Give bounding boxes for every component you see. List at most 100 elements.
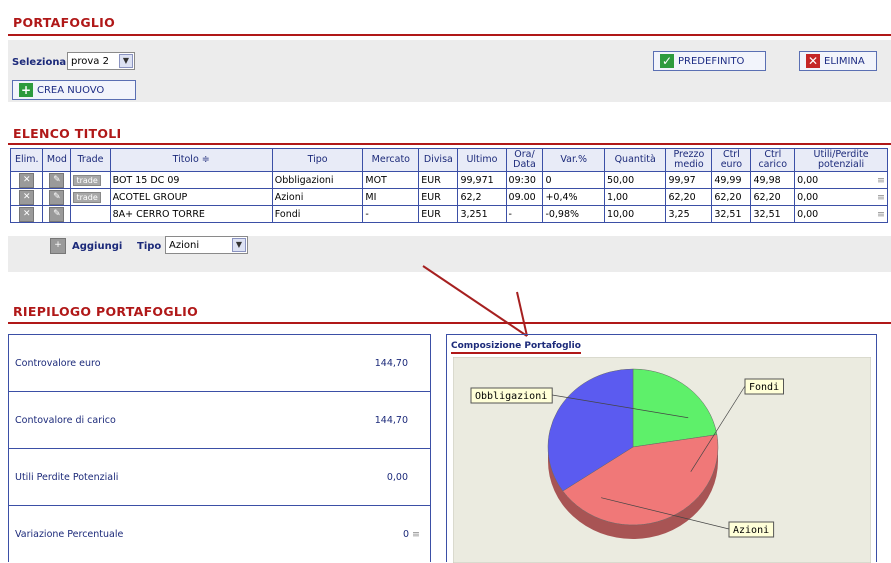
ctrl-euro-cell: 32,51 bbox=[711, 205, 752, 223]
ultimo-cell: 99,971 bbox=[457, 171, 507, 189]
summary-value: 0 bbox=[402, 529, 409, 540]
crea-nuovo-button[interactable]: + CREA NUOVO bbox=[12, 80, 136, 100]
col-header: Mod bbox=[42, 148, 72, 172]
mod-cell: ✎ bbox=[42, 171, 72, 189]
ora-cell: 09.00 bbox=[505, 188, 544, 206]
col-header: Prezzo medio bbox=[665, 148, 713, 172]
mercato-cell: MOT bbox=[362, 171, 420, 189]
table-row: ✕ ✎ 8A+ CERRO TORRE Fondi - EUR 3,251 - … bbox=[9, 205, 888, 223]
mod-cell: ✎ bbox=[42, 205, 72, 223]
elimina-label: ELIMINA bbox=[824, 55, 865, 67]
utili-value: 0,00 bbox=[797, 208, 819, 220]
titolo-cell[interactable]: ACOTEL GROUP bbox=[109, 188, 273, 206]
delete-icon[interactable]: ✕ bbox=[19, 172, 35, 188]
prezzo-cell: 99,97 bbox=[665, 171, 713, 189]
grid-icon[interactable]: ≡ bbox=[877, 192, 885, 203]
ultimo-cell: 3,251 bbox=[457, 205, 507, 223]
aggiungi-label[interactable]: Aggiungi bbox=[72, 241, 122, 252]
var-cell: -0,98% bbox=[542, 205, 605, 223]
col-header: Divisa bbox=[418, 148, 459, 172]
ctrl-carico-cell: 49,98 bbox=[750, 171, 796, 189]
edit-icon[interactable]: ✎ bbox=[49, 206, 65, 222]
ctrl-carico-cell: 62,20 bbox=[750, 188, 796, 206]
grid-icon[interactable]: ≡ bbox=[877, 175, 885, 186]
delete-icon: ✕ bbox=[806, 54, 820, 68]
col-header: Ora/ Data bbox=[505, 148, 544, 172]
var-cell: +0,4% bbox=[542, 188, 605, 206]
add-icon[interactable]: + bbox=[50, 238, 66, 254]
ora-cell: 09:30 bbox=[505, 171, 544, 189]
trade-button[interactable]: trade bbox=[73, 191, 101, 203]
predefinito-button[interactable]: ✓ PREDEFINITO bbox=[653, 51, 766, 71]
summary-row: Utili Perdite Potenziali 0,00 bbox=[9, 449, 430, 506]
pie-label: Azioni bbox=[733, 525, 769, 536]
utili-cell: 0,00 ≡ bbox=[794, 171, 888, 189]
delete-icon[interactable]: ✕ bbox=[19, 206, 35, 222]
summary-row: Contovalore di carico 144,70 bbox=[9, 392, 430, 449]
arrow-line bbox=[422, 265, 528, 337]
summary-row: Variazione Percentuale 0 ≡ bbox=[9, 506, 430, 563]
ora-cell: - bbox=[505, 205, 544, 223]
trade-cell: trade bbox=[70, 171, 111, 189]
ctrl-euro-cell: 49,99 bbox=[711, 171, 752, 189]
quantita-cell: 10,00 bbox=[603, 205, 667, 223]
col-header-titolo[interactable]: Titolo ≑ bbox=[109, 148, 273, 172]
trade-cell: trade bbox=[70, 188, 111, 206]
col-header: Utili/Perdite potenziali bbox=[794, 148, 888, 172]
col-header: Trade bbox=[70, 148, 111, 172]
table-header-row: Elim. Mod Trade Titolo ≑ Tipo Mercato Di… bbox=[9, 148, 888, 172]
utili-value: 0,00 bbox=[797, 174, 819, 186]
pie-slices bbox=[547, 368, 719, 539]
delete-icon[interactable]: ✕ bbox=[19, 189, 35, 205]
chevron-down-icon[interactable]: ▼ bbox=[119, 54, 133, 68]
portfolio-title: PORTAFOGLIO bbox=[13, 15, 116, 30]
trade-button[interactable]: trade bbox=[73, 174, 101, 186]
quantita-cell: 1,00 bbox=[603, 188, 667, 206]
prezzo-cell: 3,25 bbox=[665, 205, 713, 223]
col-header: Mercato bbox=[362, 148, 420, 172]
crea-nuovo-label: CREA NUOVO bbox=[37, 84, 105, 96]
summary-label: Contovalore di carico bbox=[15, 414, 116, 426]
table-row: ✕ ✎ trade ACOTEL GROUP Azioni MI EUR 62,… bbox=[9, 188, 888, 206]
trade-cell bbox=[70, 205, 111, 223]
tipo-cell: Obbligazioni bbox=[271, 171, 364, 189]
ultimo-cell: 62,2 bbox=[457, 188, 507, 206]
divisa-cell: EUR bbox=[418, 188, 459, 206]
ctrl-carico-cell: 32,51 bbox=[750, 205, 796, 223]
utili-cell: 0,00 ≡ bbox=[794, 205, 888, 223]
portfolio-select-value: prova 2 bbox=[71, 56, 109, 67]
edit-icon[interactable]: ✎ bbox=[49, 172, 65, 188]
elenco-title: ELENCO TITOLI bbox=[13, 126, 122, 141]
titolo-cell[interactable]: 8A+ CERRO TORRE bbox=[109, 205, 273, 223]
summary-value: 144,70 bbox=[374, 357, 408, 369]
chart-panel-title: Composizione Portafoglio bbox=[451, 341, 581, 354]
tipo-cell: Azioni bbox=[271, 188, 364, 206]
divisa-cell: EUR bbox=[418, 205, 459, 223]
elim-cell: ✕ bbox=[9, 205, 44, 223]
chevron-down-icon[interactable]: ▼ bbox=[232, 238, 246, 252]
tipo-select[interactable]: Azioni ▼ bbox=[165, 236, 248, 254]
titolo-cell[interactable]: BOT 15 DC 09 bbox=[109, 171, 273, 189]
portfolio-select[interactable]: prova 2 ▼ bbox=[67, 52, 135, 70]
divisa-cell: EUR bbox=[418, 171, 459, 189]
col-header: Ctrl carico bbox=[750, 148, 796, 172]
seleziona-label: Seleziona bbox=[12, 57, 67, 68]
col-header: Tipo bbox=[271, 148, 364, 172]
quantita-cell: 50,00 bbox=[603, 171, 667, 189]
riepilogo-title: RIEPILOGO PORTAFOGLIO bbox=[13, 304, 199, 319]
mercato-cell: MI bbox=[362, 188, 420, 206]
portfolio-toolbar bbox=[8, 40, 891, 102]
predefinito-label: PREDEFINITO bbox=[678, 55, 745, 67]
grid-icon[interactable]: ≡ bbox=[412, 529, 420, 540]
edit-icon[interactable]: ✎ bbox=[49, 189, 65, 205]
titoli-table: Elim. Mod Trade Titolo ≑ Tipo Mercato Di… bbox=[9, 148, 888, 223]
table-row: ✕ ✎ trade BOT 15 DC 09 Obbligazioni MOT … bbox=[9, 171, 888, 189]
elimina-button[interactable]: ✕ ELIMINA bbox=[799, 51, 877, 71]
mercato-cell: - bbox=[362, 205, 420, 223]
col-header: Quantità bbox=[603, 148, 667, 172]
var-cell: 0 bbox=[542, 171, 605, 189]
col-header: Ctrl euro bbox=[711, 148, 752, 172]
grid-icon[interactable]: ≡ bbox=[877, 209, 885, 220]
summary-label: Controvalore euro bbox=[15, 357, 101, 369]
summary-label: Utili Perdite Potenziali bbox=[15, 471, 119, 483]
